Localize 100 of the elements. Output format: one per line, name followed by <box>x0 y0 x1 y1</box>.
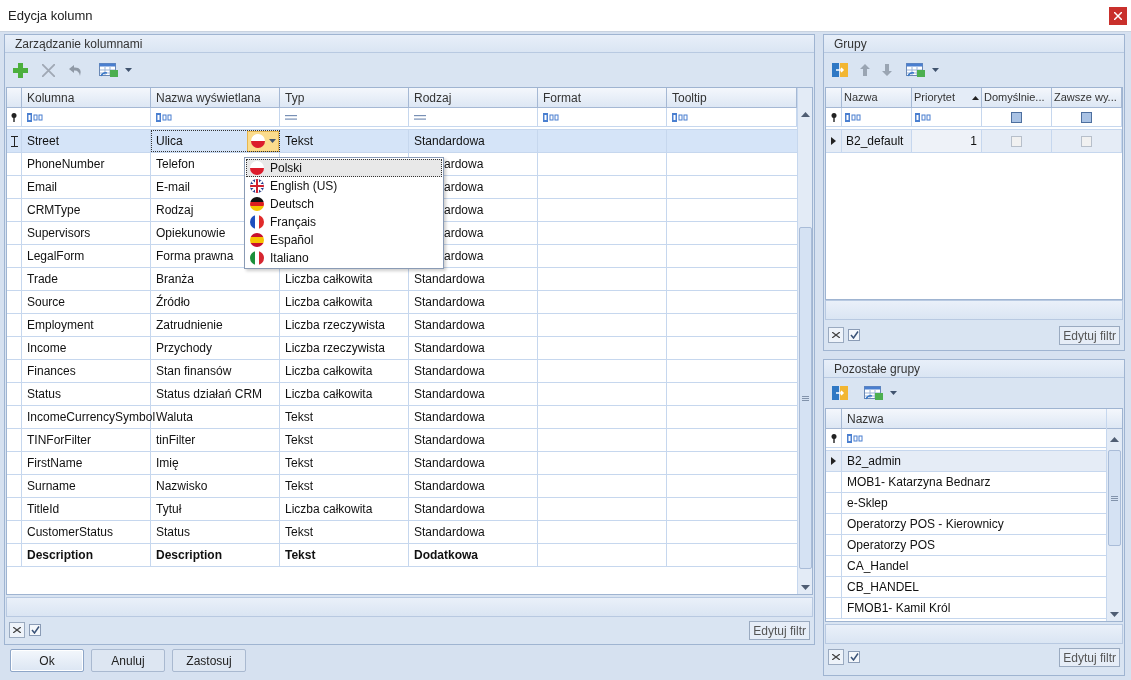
filter-checkbox[interactable] <box>848 651 860 663</box>
scrollbar[interactable] <box>1106 409 1122 621</box>
checkbox-filter-icon[interactable] <box>1011 111 1022 123</box>
grid-export-button[interactable] <box>904 62 941 78</box>
table-row[interactable]: Income Przychody Liczba rzeczywista Standardowa <box>7 337 797 360</box>
table-cell-text: Liczba całkowita <box>285 363 373 380</box>
table-row[interactable]: FMOB1- Kamil Król <box>826 598 1106 619</box>
table-cell-text: E-mail <box>156 179 190 196</box>
table-row[interactable]: Description Description Tekst Dodatkowa <box>7 544 797 567</box>
table-cell-text: Standardowa <box>414 133 485 150</box>
table-row[interactable]: B2_admin <box>826 451 1106 472</box>
table-checkbox[interactable] <box>1081 135 1092 147</box>
column-header[interactable]: Format <box>538 88 667 107</box>
scroll-up-icon[interactable] <box>800 112 810 117</box>
column-header[interactable]: Priorytet <box>912 88 982 107</box>
table-cell-text: ardowa <box>444 248 484 265</box>
table-row[interactable]: MOB1- Katarzyna Bednarz <box>826 472 1106 493</box>
table-cell-text: Tekst <box>285 432 313 449</box>
table-row[interactable]: IncomeCurrencySymbolWaluta Tekst Standardowa <box>7 406 797 429</box>
move-group-icon[interactable] <box>832 385 848 401</box>
panel-title: Zarządzanie kolumnami <box>15 35 143 53</box>
table-cell-text: TitleId <box>27 501 60 518</box>
table-row[interactable]: CB_HANDEL <box>826 577 1106 598</box>
table-row[interactable]: Operatorzy POS <box>826 535 1106 556</box>
panel-title: Pozostałe grupy <box>834 360 921 378</box>
table-cell-text: Imię <box>156 455 179 472</box>
column-header[interactable]: Domyślnie... <box>982 88 1052 107</box>
column-header[interactable]: Typ <box>280 88 409 107</box>
table-checkbox[interactable] <box>1011 135 1022 147</box>
row-pointer-icon <box>831 137 836 145</box>
close-icon <box>832 332 840 338</box>
table-row[interactable]: Operatorzy POS - Kierownicy <box>826 514 1106 535</box>
edit-filter-button[interactable]: Edytuj filtr <box>1059 325 1120 345</box>
table-row[interactable]: Finances Stan finansów Liczba całkowita Standardowa <box>7 360 797 383</box>
close-button[interactable] <box>1109 6 1127 25</box>
table-row[interactable]: Street Ulica Tekst Standardowa <box>7 130 797 153</box>
table-cell-text: ardowa <box>444 202 484 219</box>
table-row[interactable]: CustomerStatus Status Tekst Standardowa <box>7 521 797 544</box>
table-cell-text: Operatorzy POS - Kierownicy <box>847 516 1004 533</box>
column-header[interactable]: Nazwa wyświetlana <box>151 88 280 107</box>
table-row[interactable]: TINForFilter tinFilter Tekst Standardowa <box>7 429 797 452</box>
dialog-button[interactable]: Zastosuj <box>172 649 246 672</box>
table-cell-text: tinFilter <box>156 432 196 449</box>
clear-filter-button[interactable] <box>9 622 25 638</box>
table-row[interactable]: FirstName Imię Tekst Standardowa <box>7 452 797 475</box>
table-cell-text: ardowa <box>444 156 484 173</box>
language-option[interactable]: Polski <box>246 159 442 177</box>
table-row[interactable]: B2_default 1 <box>826 130 1122 153</box>
table-row[interactable]: TitleId Tytuł Liczba całkowita Standardowa <box>7 498 797 521</box>
column-header[interactable]: Rodzaj <box>409 88 538 107</box>
scroll-thumb[interactable] <box>1108 450 1121 546</box>
table-cell-text: FMOB1- Kamil Król <box>847 600 951 617</box>
table-cell-text: Liczba całkowita <box>285 271 373 288</box>
undo-icon[interactable] <box>69 64 83 76</box>
column-header[interactable]: Kolumna <box>22 88 151 107</box>
table-cell-text: Source <box>27 294 66 311</box>
clear-filter-button[interactable] <box>828 649 844 665</box>
table-row[interactable]: e-Sklep <box>826 493 1106 514</box>
table-cell-text: Rodzaj <box>156 202 194 219</box>
filter-checkbox[interactable] <box>29 624 41 636</box>
scroll-up-icon[interactable] <box>1110 437 1119 442</box>
dialog-button[interactable]: Ok <box>10 649 84 672</box>
table-cell-text: ardowa <box>444 225 484 242</box>
scroll-down-icon[interactable] <box>800 585 810 590</box>
scroll-down-icon[interactable] <box>1110 612 1119 617</box>
table-cell-text: Opiekunowie <box>156 225 226 242</box>
language-option[interactable]: Deutsch <box>246 195 442 213</box>
table-cell-text: Liczba całkowita <box>285 294 373 311</box>
language-option[interactable]: Italiano <box>246 249 442 267</box>
table-cell-text: CA_Handel <box>847 558 909 575</box>
checkbox-filter-icon[interactable] <box>1081 111 1092 123</box>
table-row[interactable]: Employment Zatrudnienie Liczba rzeczywista Standardowa <box>7 314 797 337</box>
language-button[interactable] <box>247 130 279 152</box>
grid-export-button[interactable] <box>862 385 899 401</box>
table-cell-text: PhoneNumber <box>27 156 105 173</box>
language-option[interactable]: Français <box>246 213 442 231</box>
clear-filter-button[interactable] <box>828 327 844 343</box>
table-row[interactable]: Trade Branża Liczba całkowita Standardowa <box>7 268 797 291</box>
table-cell-text: Income <box>27 340 67 357</box>
table-row[interactable]: Source Źródło Liczba całkowita Standardowa <box>7 291 797 314</box>
table-row[interactable]: Surname Nazwisko Tekst Standardowa <box>7 475 797 498</box>
move-group-icon[interactable] <box>832 62 848 78</box>
table-cell-text: TINForFilter <box>27 432 91 449</box>
table-row[interactable]: CA_Handel <box>826 556 1106 577</box>
dialog-button[interactable]: Anuluj <box>91 649 165 672</box>
table-row[interactable]: Status Status działań CRM Liczba całkowita Standardowa <box>7 383 797 406</box>
edit-filter-button[interactable]: Edytuj filtr <box>749 620 810 640</box>
scrollbar[interactable] <box>797 88 812 594</box>
table-cell-text: Tekst <box>285 524 313 541</box>
scroll-thumb[interactable] <box>798 227 812 569</box>
language-option[interactable]: English (US) <box>246 177 442 195</box>
filter-checkbox[interactable] <box>848 329 860 341</box>
language-option[interactable]: Español <box>246 231 442 249</box>
filter-cell[interactable] <box>912 108 982 126</box>
column-header[interactable]: Zawsze wy... <box>1052 88 1122 107</box>
filter-cell[interactable] <box>842 108 912 126</box>
table-cell-text: Standardowa <box>414 340 485 357</box>
grid-export-button[interactable] <box>97 62 134 78</box>
edit-filter-button[interactable]: Edytuj filtr <box>1059 647 1120 667</box>
table-cell-text: Tekst <box>285 409 313 426</box>
